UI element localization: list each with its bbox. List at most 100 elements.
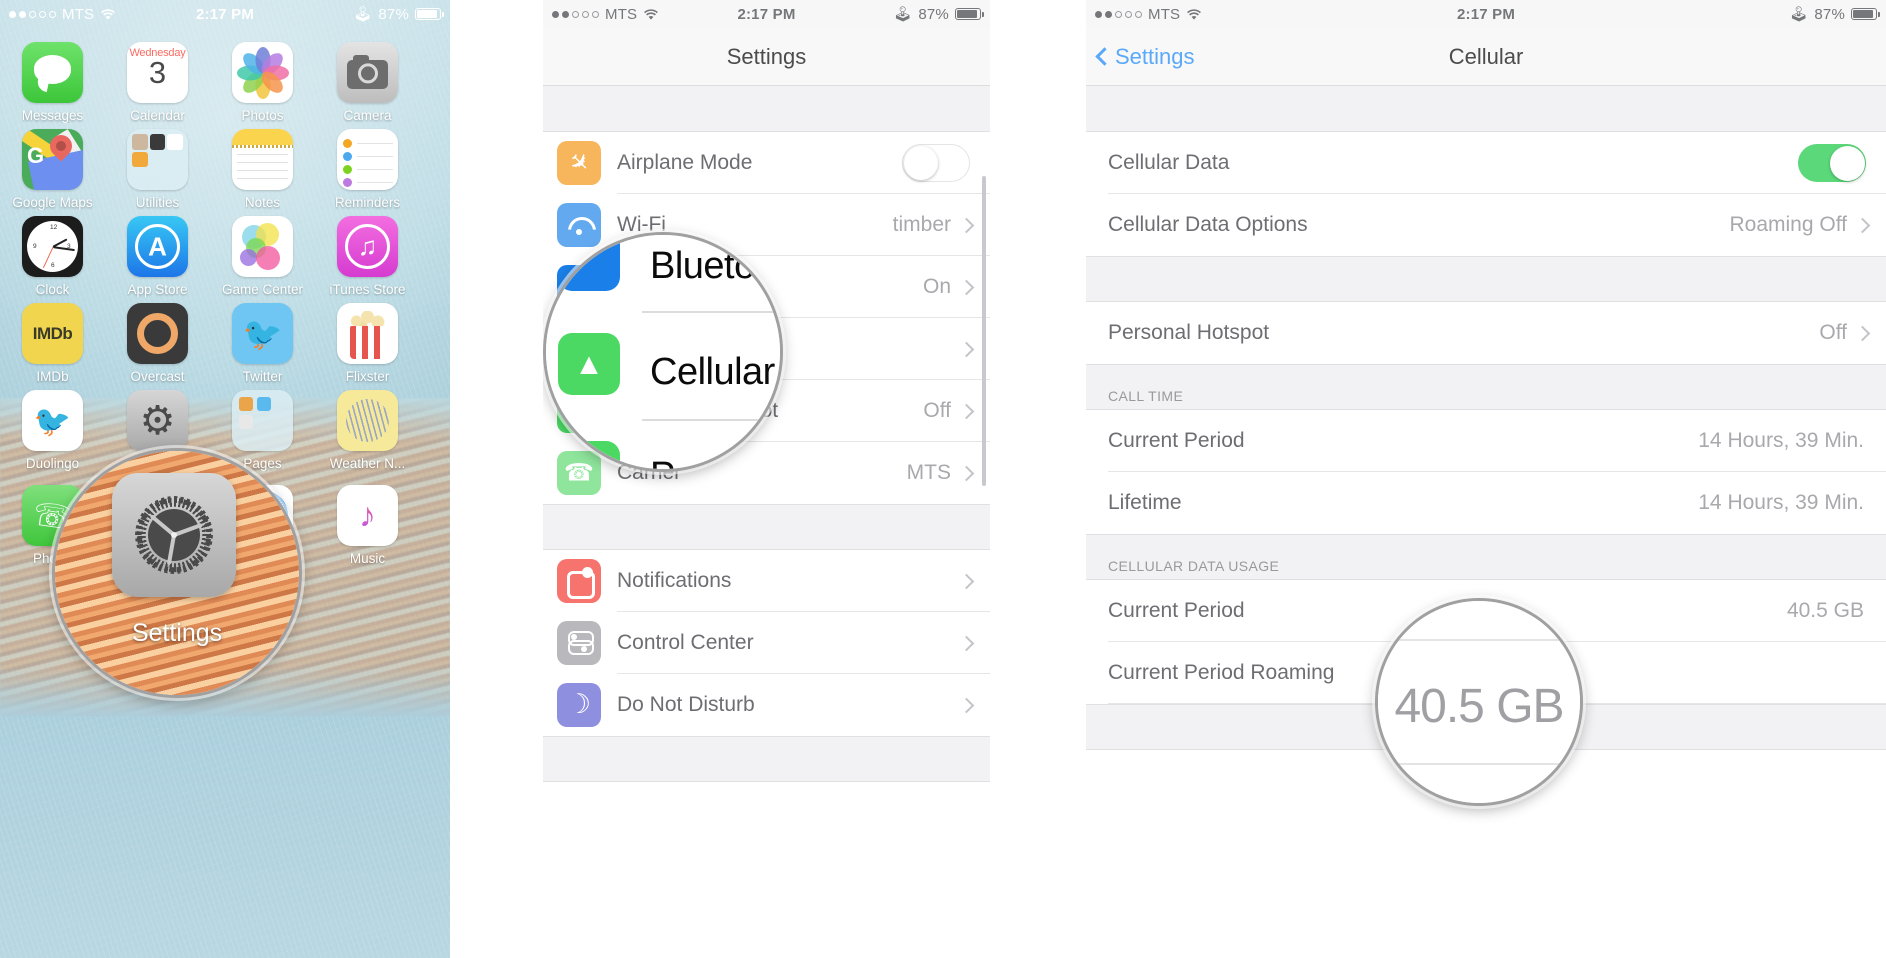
row-label: Personal Hotspot: [1108, 321, 1270, 344]
app-calendar[interactable]: Wednesday 3 Calendar: [105, 36, 210, 123]
app-overcast[interactable]: Overcast: [105, 297, 210, 384]
carrier-label: MTS: [1148, 5, 1181, 23]
section-header-label: CELLULAR DATA USAGE: [1108, 558, 1280, 574]
list-section-gap: [543, 504, 990, 550]
app-music[interactable]: ♪ Music: [315, 479, 420, 566]
airplane-mode-toggle[interactable]: [902, 144, 970, 182]
status-bar-left: MTS: [0, 6, 149, 23]
status-bar-right: 🕹 87%: [302, 6, 451, 23]
battery-percent-label: 87%: [1814, 5, 1845, 23]
app-label: App Store: [127, 282, 188, 297]
row-value: MTS: [906, 461, 951, 484]
scroll-indicator[interactable]: [982, 176, 986, 486]
signal-strength-dots: [1095, 10, 1142, 18]
battery-icon: [1851, 8, 1881, 20]
app-reminders[interactable]: Reminders: [315, 123, 420, 210]
status-bar-home: MTS 2:17 PM 🕹 87%: [0, 0, 450, 28]
app-label: IMDb: [36, 369, 69, 384]
chevron-right-icon: [1854, 217, 1871, 233]
settings-row-control-center[interactable]: Control Center: [543, 612, 990, 674]
magnified-app-label: Settings: [131, 619, 223, 647]
settings-gear-icon: ⚙: [127, 390, 188, 451]
panel-home-screen: MTS 2:17 PM 🕹 87% Messages Wednesday 3 C…: [0, 0, 450, 958]
row-label: Control Center: [617, 631, 754, 654]
data-usage-section-header: CELLULAR DATA USAGE: [1086, 534, 1886, 580]
app-messages[interactable]: Messages: [0, 36, 105, 123]
app-weather[interactable]: Weather N...: [315, 384, 420, 471]
back-button-label: Settings: [1115, 43, 1195, 69]
chevron-right-icon: [958, 217, 975, 233]
row-value: Roaming Off: [1729, 213, 1848, 236]
app-label: Game Center: [221, 282, 304, 297]
battery-percent-label: 87%: [918, 5, 949, 23]
app-clock[interactable]: 12 3 6 9 Clock: [0, 210, 105, 297]
page-title: Cellular: [1448, 43, 1524, 69]
navbar-settings: Settings: [543, 28, 990, 86]
do-not-disturb-icon: [557, 683, 601, 727]
app-label: Messages: [21, 108, 84, 123]
app-utilities-folder[interactable]: Utilities: [105, 123, 210, 210]
row-label: Do Not Disturb: [617, 693, 755, 716]
chevron-right-icon: [958, 465, 975, 481]
app-game-center[interactable]: Game Center: [210, 210, 315, 297]
back-button[interactable]: Settings: [1095, 43, 1195, 70]
imdb-icon: IMDb: [22, 303, 83, 364]
row-label: Airplane Mode: [617, 151, 753, 174]
app-camera[interactable]: Camera: [315, 36, 420, 123]
cellular-row-personal-hotspot[interactable]: Personal Hotspot Off: [1086, 302, 1886, 364]
settings-row-do-not-disturb[interactable]: Do Not Disturb: [543, 674, 990, 736]
app-label: Clock: [35, 282, 70, 297]
battery-percent-label: 87%: [378, 5, 409, 23]
panel-divider: [990, 0, 1086, 958]
app-label: Notes: [244, 195, 281, 210]
row-value: 40.5 GB: [1786, 599, 1864, 622]
call-time-row-current-period: Current Period 14 Hours, 39 Min.: [1086, 410, 1886, 472]
itunes-store-icon: ♫: [337, 216, 398, 277]
row-value: 14 Hours, 39 Min.: [1698, 429, 1864, 452]
photos-icon: [232, 42, 293, 103]
chevron-left-icon: [1095, 47, 1114, 66]
app-google-maps[interactable]: G Google Maps: [0, 123, 105, 210]
app-app-store[interactable]: A App Store: [105, 210, 210, 297]
clock-icon: 12 3 6 9: [22, 216, 83, 277]
magnifier-settings-app: Settings: [52, 448, 302, 698]
overcast-icon: [127, 303, 188, 364]
magnifier-cellular-row: Bluetooth ▲ Cellular Personal Hotspot: [543, 232, 783, 472]
app-label: Google Maps: [12, 195, 93, 210]
calendar-day-number: 3: [148, 55, 167, 90]
settings-row-airplane-mode[interactable]: Airplane Mode: [543, 132, 990, 194]
status-bar-settings: MTS 2:17 PM 🕹 87%: [543, 0, 990, 28]
battery-icon: [954, 8, 984, 20]
clock-label: 2:17 PM: [195, 5, 255, 23]
calendar-icon: Wednesday 3: [127, 42, 188, 103]
chevron-right-icon: [958, 573, 975, 589]
duolingo-icon: 🐦: [22, 390, 83, 451]
app-flixster[interactable]: Flixster: [315, 297, 420, 384]
app-photos[interactable]: Photos: [210, 36, 315, 123]
app-label: Music: [349, 551, 386, 566]
app-store-icon: A: [127, 216, 188, 277]
chevron-right-icon: [958, 279, 975, 295]
cellular-icon: ▲: [558, 333, 620, 395]
wifi-icon: [100, 8, 116, 20]
app-label: iTunes Store: [329, 282, 406, 297]
app-twitter[interactable]: 🐦 Twitter: [210, 297, 315, 384]
app-label: Reminders: [334, 195, 401, 210]
clock-label: 2:17 PM: [737, 5, 796, 23]
app-row: G Google Maps Utilities Notes Reminders: [0, 123, 450, 210]
cellular-row-cellular-data[interactable]: Cellular Data: [1086, 132, 1886, 194]
status-bar-right: 🕹 87%: [1622, 6, 1886, 23]
settings-row-notifications[interactable]: Notifications: [543, 550, 990, 612]
control-center-icon: [557, 621, 601, 665]
app-label: Calendar: [130, 108, 185, 123]
app-row: IMDb IMDb Overcast 🐦 Twitter Flixster: [0, 297, 450, 384]
chevron-right-icon: [958, 635, 975, 651]
app-label: Overcast: [130, 369, 185, 384]
app-imdb[interactable]: IMDb IMDb: [0, 297, 105, 384]
status-bar-right: 🕹 87%: [842, 6, 990, 23]
cellular-data-toggle[interactable]: [1798, 144, 1866, 182]
app-itunes-store[interactable]: ♫ iTunes Store: [315, 210, 420, 297]
airplane-icon: [557, 141, 601, 185]
cellular-row-data-options[interactable]: Cellular Data Options Roaming Off: [1086, 194, 1886, 256]
app-notes[interactable]: Notes: [210, 123, 315, 210]
